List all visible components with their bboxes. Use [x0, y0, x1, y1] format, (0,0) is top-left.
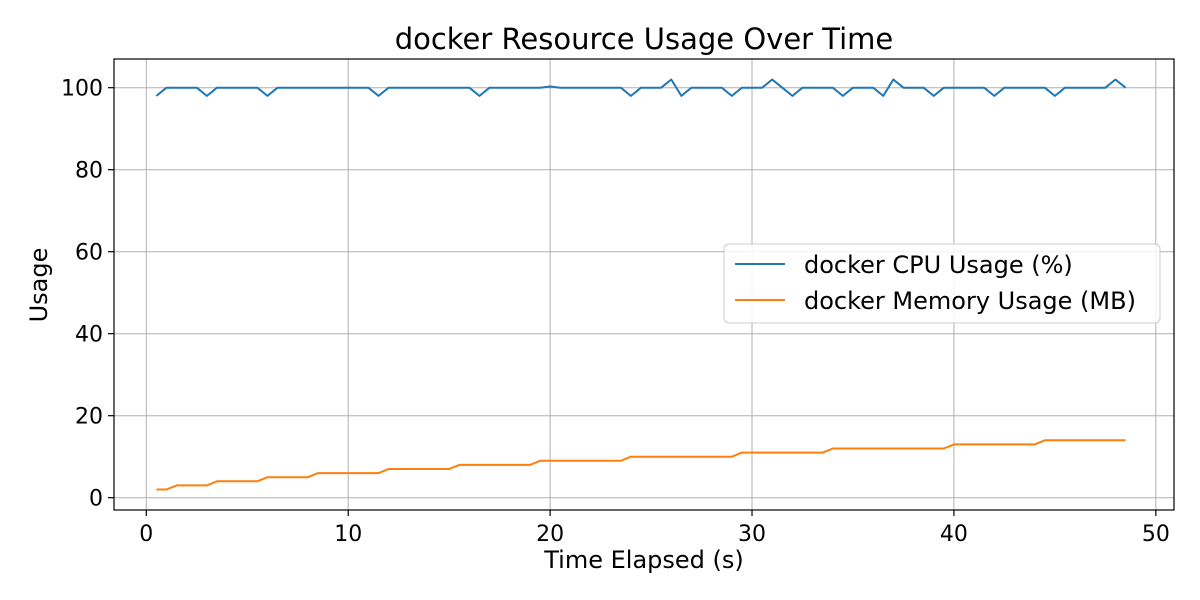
- x-tick-label: 10: [334, 522, 362, 547]
- x-tick-label: 0: [139, 522, 153, 547]
- x-tick-label: 50: [1142, 522, 1170, 547]
- chart-title: docker Resource Usage Over Time: [395, 22, 894, 56]
- y-tick-label: 0: [89, 487, 103, 512]
- y-tick-label: 100: [61, 77, 103, 102]
- y-tick-label: 40: [75, 323, 103, 348]
- y-tick-label: 80: [75, 159, 103, 184]
- y-tick-label: 20: [75, 405, 103, 430]
- x-tick-label: 30: [738, 522, 766, 547]
- legend-label-cpu: docker CPU Usage (%): [804, 251, 1073, 279]
- legend: docker CPU Usage (%) docker Memory Usage…: [723, 243, 1161, 324]
- legend-label-memory: docker Memory Usage (MB): [804, 287, 1136, 315]
- x-tick-label: 40: [940, 522, 968, 547]
- y-tick-label: 60: [75, 241, 103, 266]
- x-tick-label: 20: [536, 522, 564, 547]
- resource-usage-chart: 0 10 20 30 40 50 0 20 40 60 80 100 docker Resource …: [25, 22, 1175, 574]
- y-axis-label: Usage: [25, 248, 53, 323]
- memory-usage-line: [156, 439, 1126, 491]
- cpu-usage-line: [155, 78, 1127, 97]
- x-axis-label: Time Elapsed (s): [543, 546, 744, 574]
